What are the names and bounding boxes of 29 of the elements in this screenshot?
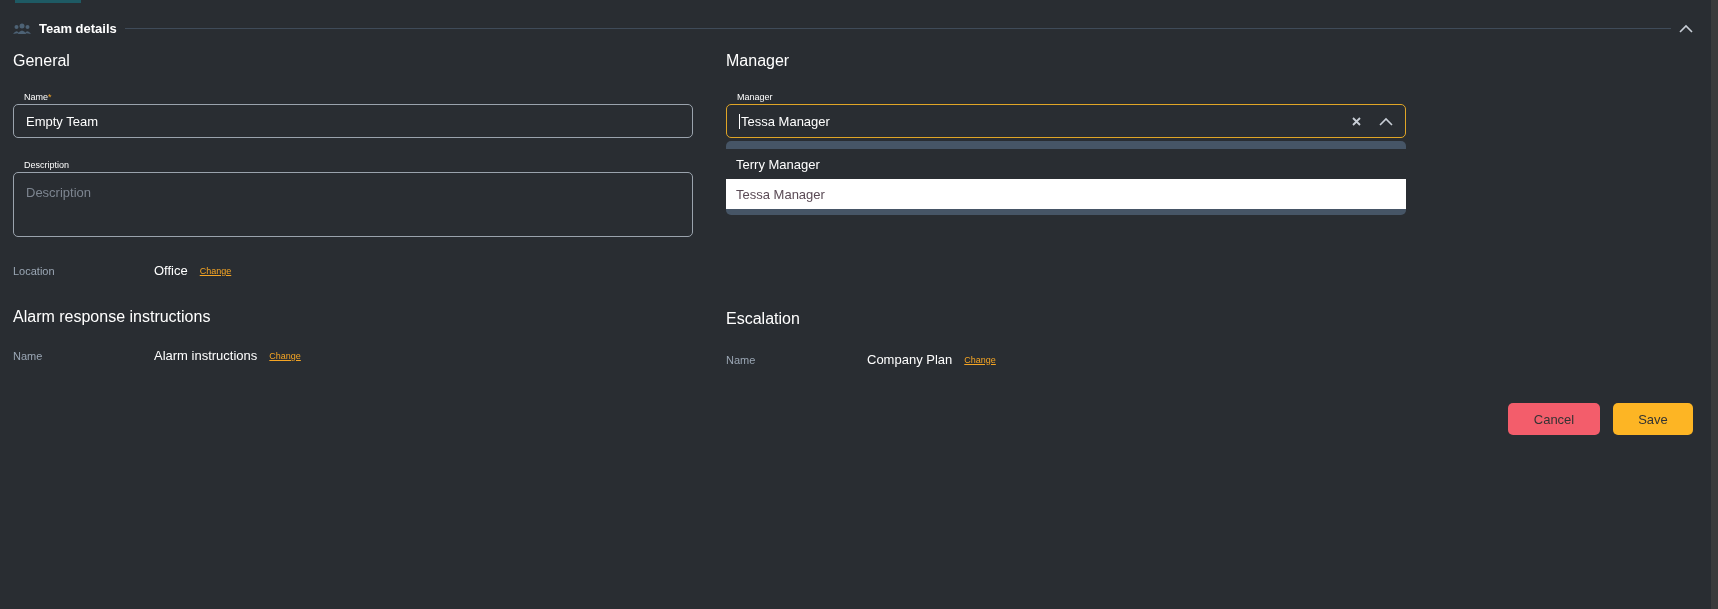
section-heading: Alarm response instructions — [13, 308, 212, 326]
section-title: Team details — [39, 20, 117, 36]
manager-select[interactable]: Tessa Manager — [726, 104, 1406, 138]
field-label: Description — [24, 160, 71, 172]
field-label: Name* — [24, 92, 53, 104]
dropdown-option[interactable]: Terry Manager — [726, 149, 1406, 179]
collapse-chevron-icon[interactable] — [1679, 23, 1693, 33]
field-label: Manager — [737, 92, 774, 104]
field-label: Location — [13, 264, 56, 277]
change-link[interactable]: Change — [199, 265, 232, 276]
section-heading: Manager — [726, 52, 791, 70]
field-label: Name — [726, 353, 757, 366]
section-heading: Escalation — [726, 310, 801, 328]
chevron-icon[interactable] — [1379, 116, 1393, 126]
field-label: Name — [13, 349, 44, 362]
field-value: Alarm instructions — [154, 348, 258, 363]
field-value: Company Plan — [867, 352, 953, 367]
tab-underline — [15, 0, 81, 3]
section-heading: General — [13, 52, 71, 70]
clear-icon[interactable] — [1352, 116, 1361, 126]
dropdown-option[interactable]: Tessa Manager — [726, 179, 1406, 209]
field-value: Office — [154, 263, 188, 278]
cancel-button[interactable]: Cancel — [1508, 403, 1600, 435]
change-link[interactable]: Change — [269, 350, 301, 361]
name-input[interactable]: Empty Team — [13, 104, 693, 138]
change-link[interactable]: Change — [964, 354, 996, 365]
people-icon — [13, 22, 31, 34]
save-button[interactable]: Save — [1613, 403, 1693, 435]
description-textarea[interactable]: Description — [13, 172, 693, 237]
